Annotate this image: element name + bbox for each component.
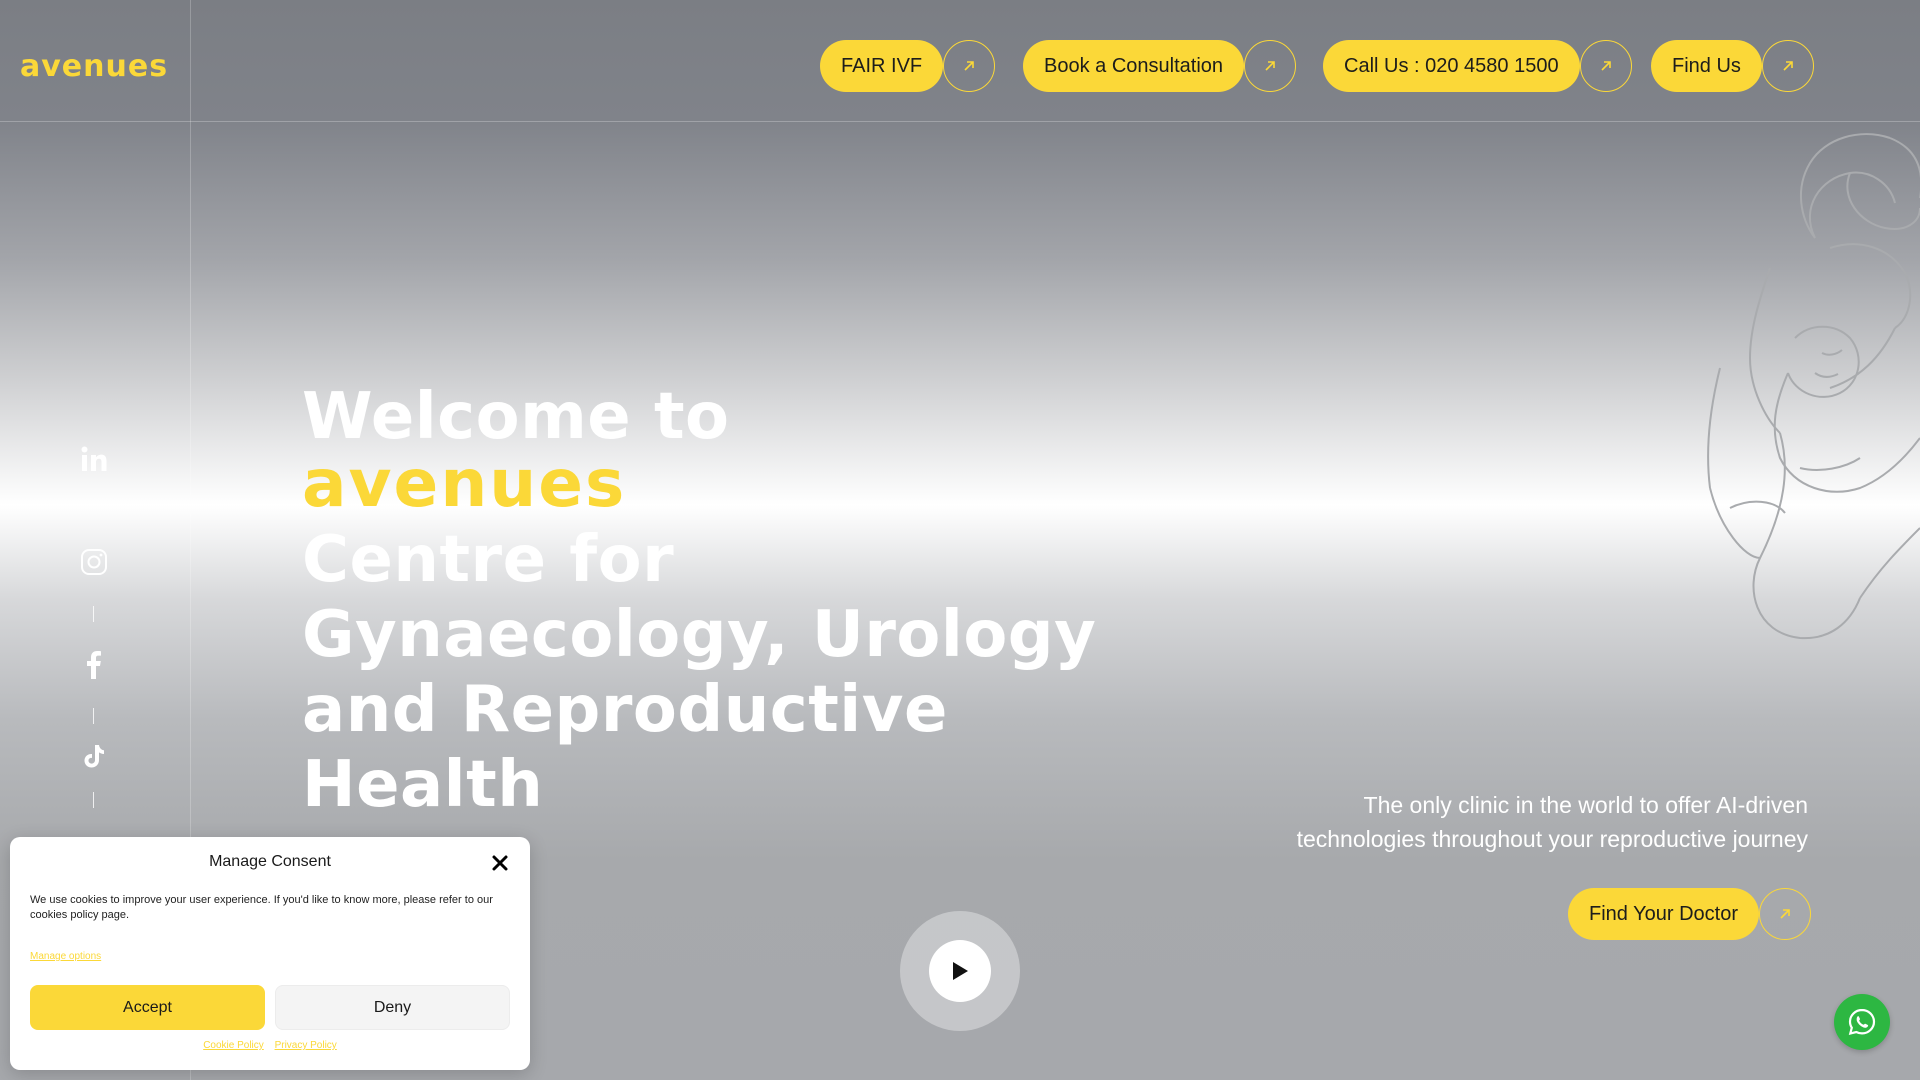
manage-options-link[interactable]: Manage options	[30, 951, 101, 962]
arrow-up-right-icon[interactable]	[1244, 40, 1297, 92]
facebook-icon[interactable]	[76, 646, 112, 682]
find-your-doctor-cta[interactable]: Find Your Doctor	[1568, 888, 1811, 940]
social-divider	[93, 708, 94, 724]
find-your-doctor-button[interactable]: Find Your Doctor	[1568, 888, 1759, 940]
hero-line-centre: Centre for	[302, 523, 675, 597]
social-divider	[93, 606, 94, 622]
social-divider	[93, 792, 94, 808]
accept-button[interactable]: Accept	[30, 985, 265, 1030]
fair-ivf-button[interactable]: FAIR IVF	[820, 40, 944, 92]
nav-book-consultation[interactable]: Book a Consultation	[1023, 40, 1297, 92]
svg-text:avenues: avenues	[20, 49, 168, 82]
close-icon[interactable]	[490, 853, 510, 873]
cookie-policy-link[interactable]: Cookie Policy	[203, 1040, 264, 1051]
find-us-button[interactable]: Find Us	[1651, 40, 1762, 92]
hero-line-reproductive: and Reproductive Health	[302, 673, 948, 822]
tagline-line-2: technologies throughout your reproductiv…	[1296, 826, 1808, 852]
arrow-up-right-icon[interactable]	[1758, 888, 1811, 940]
tiktok-icon[interactable]	[76, 738, 112, 774]
privacy-policy-link[interactable]: Privacy Policy	[275, 1040, 337, 1051]
call-us-button[interactable]: Call Us : 020 4580 1500	[1323, 40, 1580, 92]
linkedin-icon[interactable]	[76, 441, 112, 477]
nav-find-us[interactable]: Find Us	[1651, 40, 1814, 92]
mother-baby-illustration	[1707, 133, 1920, 640]
play-icon	[953, 962, 968, 980]
hero-line-welcome: Welcome to	[302, 380, 730, 454]
nav-call-us[interactable]: Call Us : 020 4580 1500	[1323, 40, 1632, 92]
consent-title: Manage Consent	[209, 853, 331, 870]
hero-tagline: The only clinic in the world to offer AI…	[1248, 788, 1808, 856]
avenues-hero-logo: avenues	[302, 458, 626, 513]
consent-links: Cookie Policy Privacy Policy	[10, 1040, 530, 1051]
nav-fair-ivf[interactable]: FAIR IVF	[820, 40, 996, 92]
hero-line-gynaecology: Gynaecology, Urology	[302, 598, 1097, 672]
arrow-up-right-icon[interactable]	[1579, 40, 1632, 92]
deny-button[interactable]: Deny	[275, 985, 510, 1030]
whatsapp-button[interactable]	[1834, 994, 1890, 1050]
hero-heading: Welcome to avenues Centre for Gynaecolog…	[302, 380, 1202, 823]
tagline-line-1: The only clinic in the world to offer AI…	[1363, 792, 1808, 818]
arrow-up-right-icon[interactable]	[943, 40, 996, 92]
svg-text:avenues: avenues	[302, 458, 626, 513]
arrow-up-right-icon[interactable]	[1761, 40, 1814, 92]
cookie-consent-dialog: Manage Consent We use cookies to improve…	[10, 837, 530, 1070]
whatsapp-icon	[1848, 1008, 1876, 1036]
consent-message: We use cookies to improve your user expe…	[30, 894, 493, 921]
instagram-icon[interactable]	[76, 544, 112, 580]
play-button[interactable]	[929, 940, 991, 1002]
avenues-logo[interactable]: avenues	[20, 48, 172, 82]
video-play-button[interactable]	[900, 911, 1020, 1031]
book-consultation-button[interactable]: Book a Consultation	[1023, 40, 1245, 92]
